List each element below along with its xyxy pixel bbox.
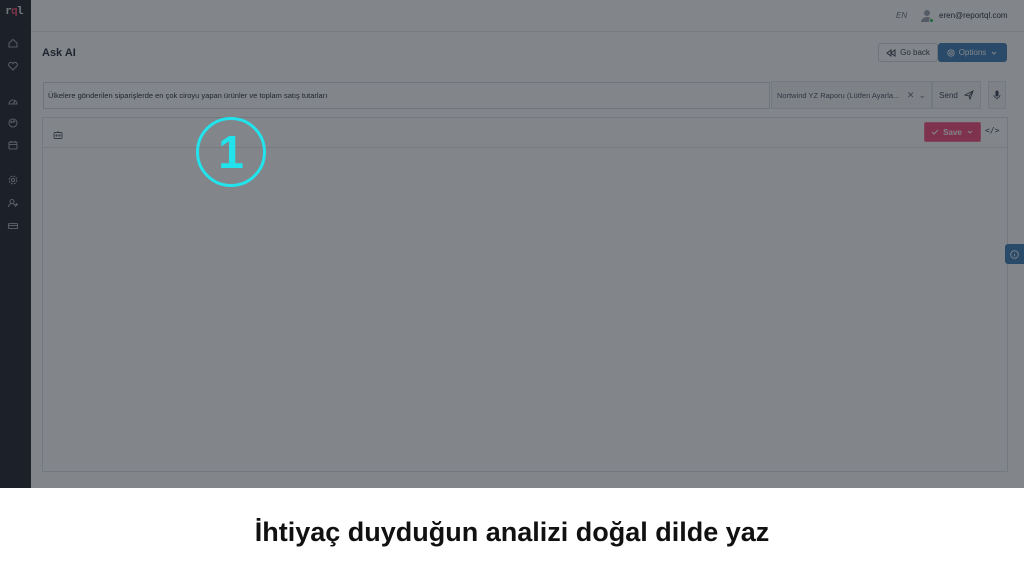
go-back-label: Go back (900, 48, 930, 57)
calendar-icon[interactable] (7, 139, 19, 151)
page-title: Ask AI (42, 47, 76, 59)
chevron-down-icon[interactable]: ⌄ (918, 90, 926, 101)
prompt-input[interactable] (43, 82, 770, 109)
rewind-icon (886, 48, 896, 57)
paper-plane-icon (963, 90, 974, 100)
microphone-icon (993, 90, 1001, 100)
go-back-button[interactable]: Go back (878, 43, 938, 62)
user-add-icon[interactable] (7, 197, 19, 209)
code-view-button[interactable]: </> (985, 126, 999, 138)
send-label: Send (939, 90, 958, 100)
language-switch[interactable]: EN (896, 11, 907, 20)
options-button[interactable]: Options (938, 43, 1007, 62)
robot-icon (53, 127, 63, 139)
save-button[interactable]: Save (924, 122, 981, 142)
chevron-down-icon (991, 51, 997, 55)
microphone-button[interactable] (988, 81, 1006, 109)
options-label: Options (958, 48, 987, 57)
result-header: Save </> (43, 118, 1007, 148)
app-logo[interactable]: rql (5, 4, 24, 17)
info-tab[interactable] (1005, 244, 1024, 264)
heart-icon[interactable] (7, 60, 19, 72)
clear-icon[interactable]: ✕ (907, 90, 915, 101)
settings-icon (947, 48, 955, 57)
palette-icon[interactable] (7, 117, 19, 129)
gear-icon[interactable] (7, 174, 19, 186)
report-select[interactable]: Nortwind YZ Raporu (Lütfen Ayarla... ✕ ⌄ (771, 81, 932, 109)
check-icon (931, 129, 939, 135)
dashboard-icon[interactable] (7, 95, 19, 107)
save-label: Save (943, 127, 962, 137)
sidebar: rql (0, 0, 31, 488)
home-icon[interactable] (7, 37, 19, 49)
info-icon (1010, 249, 1019, 259)
result-panel: Save </> (42, 117, 1008, 472)
send-button[interactable]: Send (932, 81, 981, 109)
top-bar: EN eren@reportql.com (31, 0, 1024, 32)
user-email[interactable]: eren@reportql.com (939, 11, 1008, 20)
main-app: EN eren@reportql.com Ask AI Go back Opti… (31, 0, 1024, 488)
tutorial-caption: İhtiyaç duyduğun analizi doğal dilde yaz (0, 488, 1024, 576)
card-icon[interactable] (7, 220, 19, 232)
chevron-down-icon (967, 130, 973, 134)
online-status-dot (929, 18, 934, 23)
step-number-badge: 1 (196, 117, 266, 187)
report-select-value: Nortwind YZ Raporu (Lütfen Ayarla... (777, 90, 900, 100)
